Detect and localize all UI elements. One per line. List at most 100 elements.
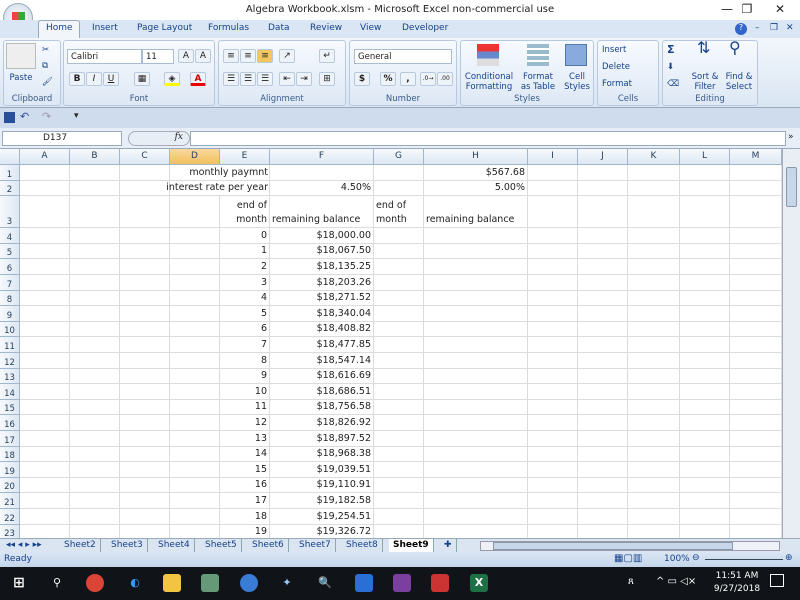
font-size-select[interactable]: 11 [142,49,174,64]
cell-G7[interactable] [374,275,424,291]
cell-F11[interactable]: $18,477.85 [270,337,374,353]
cell-I5[interactable] [528,243,578,260]
cell-M18[interactable] [730,446,782,463]
restore-button[interactable]: ❐ [732,2,762,16]
cell-L22[interactable] [680,509,730,525]
cell-A13[interactable] [20,368,70,385]
cell-H15[interactable] [424,399,528,416]
column-header-D[interactable]: D [170,149,220,165]
help-icon[interactable]: ? [735,23,747,35]
cell-styles-button[interactable]: Cell Styles [561,72,593,92]
cell-C12[interactable] [120,353,170,369]
sheet-tab-sheet3[interactable]: Sheet3 [107,539,148,553]
cell-B18[interactable] [70,446,120,463]
magnifier-icon[interactable]: 🔍 [316,574,334,592]
cell-B16[interactable] [70,415,120,431]
cell-C11[interactable] [120,337,170,353]
row-header[interactable]: 16 [0,415,20,431]
cell-B8[interactable] [70,290,120,307]
row-header[interactable]: 19 [0,462,20,478]
cell-A18[interactable] [20,446,70,463]
cell-F7[interactable]: $18,203.26 [270,275,374,291]
cell-J16[interactable] [578,415,628,431]
system-tray-icons[interactable]: ^ ▭ ◁× [656,576,696,587]
cell-B17[interactable] [70,431,120,447]
cell-K1[interactable] [628,165,680,181]
cell-E23[interactable]: 19 [220,524,270,538]
cell-G8[interactable] [374,290,424,307]
row-header[interactable]: 11 [0,337,20,353]
cell-M21[interactable] [730,493,782,509]
zoom-level[interactable]: 100% [664,554,690,564]
cell-M17[interactable] [730,431,782,447]
cell-J17[interactable] [578,431,628,447]
cell-B13[interactable] [70,368,120,385]
cell-M14[interactable] [730,384,782,400]
cell-F12[interactable]: $18,547.14 [270,353,374,369]
undo-icon[interactable]: ↶ [20,110,29,123]
cell-G12[interactable] [374,353,424,369]
cell-B14[interactable] [70,384,120,400]
cell-M22[interactable] [730,509,782,525]
borders-icon[interactable]: ▦ [134,72,150,86]
select-all-corner[interactable] [0,149,20,165]
cell-G23[interactable] [374,524,424,538]
cell-K5[interactable] [628,243,680,260]
cell-J18[interactable] [578,446,628,463]
cell-K15[interactable] [628,399,680,416]
cell-K12[interactable] [628,353,680,369]
cell-D22[interactable] [170,509,220,525]
cell-A8[interactable] [20,290,70,307]
cell-C21[interactable] [120,493,170,509]
cell-K20[interactable] [628,477,680,494]
cell-I16[interactable] [528,415,578,431]
cell-J13[interactable] [578,368,628,385]
cell-H5[interactable] [424,243,528,260]
cell-F5[interactable]: $18,067.50 [270,243,374,260]
cell-J21[interactable] [578,493,628,509]
cell-A16[interactable] [20,415,70,431]
cell-A20[interactable] [20,477,70,494]
column-header-M[interactable]: M [730,149,782,165]
cell-L14[interactable] [680,384,730,400]
file-explorer-icon[interactable] [163,574,181,592]
cell-C9[interactable] [120,306,170,322]
cell-H6[interactable] [424,259,528,275]
tab-insert[interactable]: Insert [92,23,118,33]
cell-A21[interactable] [20,493,70,509]
cell-M20[interactable] [730,477,782,494]
cell-B19[interactable] [70,462,120,478]
cell-H9[interactable] [424,306,528,322]
column-header-A[interactable]: A [20,149,70,165]
align-right-icon[interactable]: ☰ [257,72,273,86]
top-align-icon[interactable]: ≡ [223,49,239,63]
cell-G13[interactable] [374,368,424,385]
zoom-in-icon[interactable]: ⊕ [785,553,793,563]
bottom-align-icon[interactable]: ≡ [257,49,273,63]
cell-L16[interactable] [680,415,730,431]
cell-E13[interactable]: 9 [220,368,270,385]
cell-F15[interactable]: $18,756.58 [270,399,374,416]
cell-M15[interactable] [730,399,782,416]
cell-J5[interactable] [578,243,628,260]
zoom-slider[interactable] [705,559,783,560]
cell-L1[interactable] [680,165,730,181]
cell-A3[interactable] [20,196,70,229]
tab-page-layout[interactable]: Page Layout [137,23,192,33]
row-header[interactable]: 14 [0,384,20,400]
row-header[interactable]: 13 [0,368,20,385]
app-icon[interactable]: ✦ [278,574,296,592]
row-header[interactable]: 22 [0,509,20,525]
row-header[interactable]: 12 [0,353,20,369]
cell-H16[interactable] [424,415,528,431]
sheet-nav-buttons[interactable]: ◂◂ ◂ ▸ ▸▸ [2,539,46,553]
cell-E4[interactable]: 0 [220,228,270,244]
cell-D3[interactable] [170,196,220,229]
cell-F18[interactable]: $18,968.38 [270,446,374,463]
cell-E12[interactable]: 8 [220,353,270,369]
cell-I10[interactable] [528,321,578,338]
cell-G11[interactable] [374,337,424,353]
fill-color-icon[interactable]: ◈ [164,72,180,86]
tab-data[interactable]: Data [268,23,290,33]
column-header-G[interactable]: G [374,149,424,165]
